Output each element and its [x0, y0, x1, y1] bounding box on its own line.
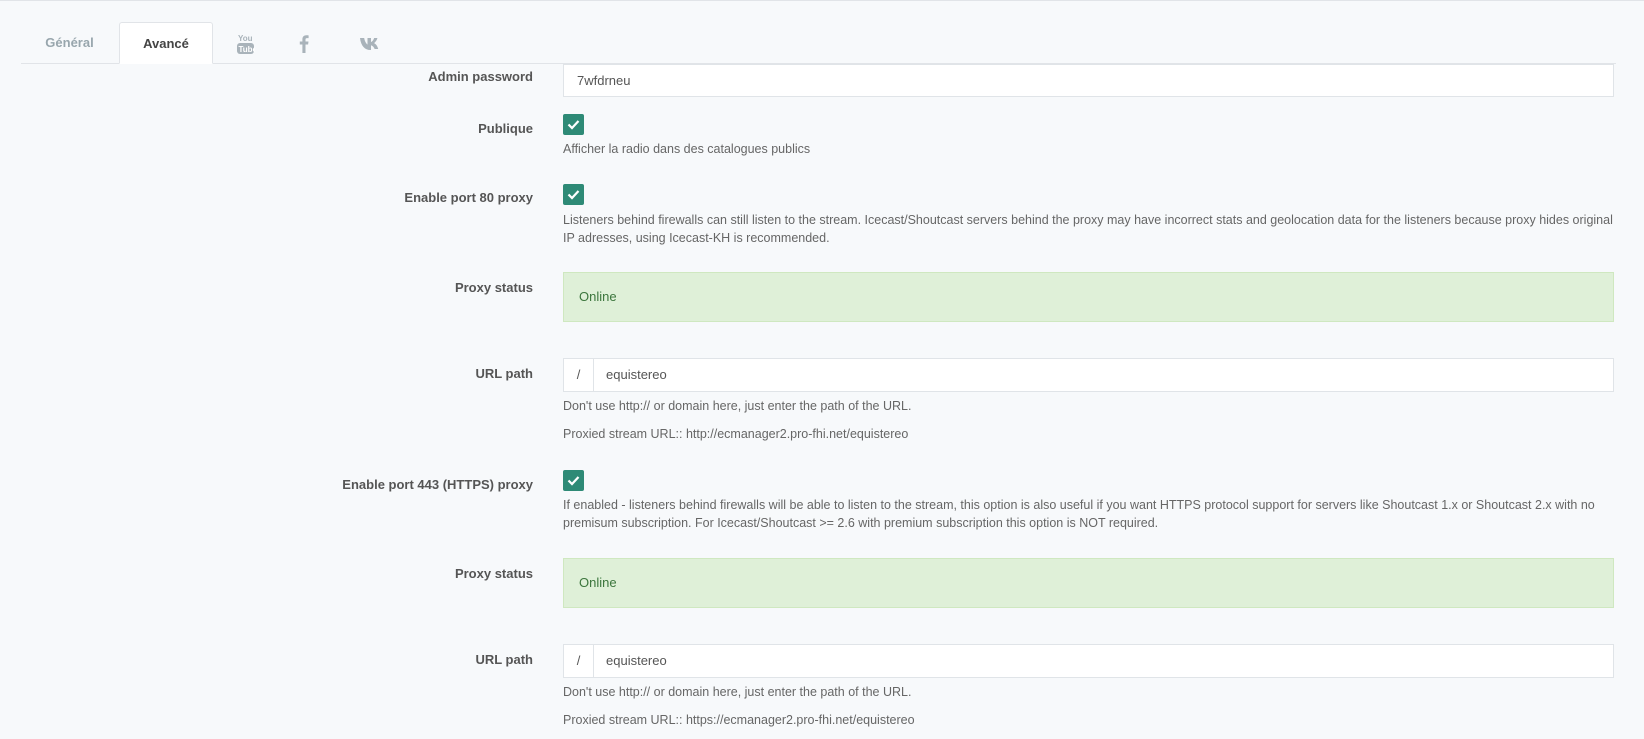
vk-icon	[359, 35, 383, 50]
publique-label: Publique	[478, 121, 533, 136]
url-prefix-addon: /	[564, 645, 594, 677]
port443-proxied-url: Proxied stream URL:: https://ecmanager2.…	[563, 713, 915, 727]
top-border	[0, 0, 1644, 3]
url-prefix-addon: /	[564, 359, 594, 391]
publique-help: Afficher la radio dans des catalogues pu…	[563, 142, 811, 156]
port80-help: Listeners behind firewalls can still lis…	[563, 213, 1613, 245]
port443-help: If enabled - listeners behind firewalls …	[563, 498, 1595, 530]
tab-vk[interactable]	[351, 22, 391, 63]
port80-checkbox[interactable]	[563, 184, 584, 205]
check-icon	[567, 120, 580, 130]
port443-proxy-status-label: Proxy status	[454, 566, 533, 581]
facebook-icon	[299, 35, 309, 54]
port80-proxied-url: Proxied stream URL:: http://ecmanager2.p…	[563, 427, 909, 441]
port443-proxy-status-alert: Online	[563, 558, 1614, 608]
port443-checkbox[interactable]	[563, 470, 584, 491]
port80-proxy-status-alert: Online	[563, 272, 1614, 322]
svg-text:Tube: Tube	[238, 45, 255, 54]
tab-youtube[interactable]: You Tube	[223, 22, 268, 63]
youtube-icon: You Tube	[236, 34, 257, 54]
port443-url-path-input-group: / equistereo	[563, 644, 1614, 678]
tab-avance[interactable]: Avancé	[119, 22, 213, 64]
port80-proxy-status-label: Proxy status	[454, 280, 533, 295]
port443-label: Enable port 443 (HTTPS) proxy	[342, 477, 533, 492]
port80-url-path-label: URL path	[475, 366, 533, 381]
tab-general[interactable]: Général	[21, 22, 118, 63]
check-icon	[567, 476, 580, 486]
publique-checkbox[interactable]	[563, 114, 584, 135]
port443-url-help: Don't use http:// or domain here, just e…	[563, 685, 912, 699]
svg-text:You: You	[238, 34, 253, 43]
port80-url-help: Don't use http:// or domain here, just e…	[563, 399, 912, 413]
admin-password-label: Admin password	[428, 69, 533, 84]
port443-url-path-input[interactable]: equistereo	[594, 645, 1613, 677]
port80-url-path-input-group: / equistereo	[563, 358, 1614, 392]
tab-bar: Général Avancé You Tube	[21, 22, 1616, 64]
tab-facebook[interactable]	[286, 22, 322, 63]
admin-password-input[interactable]: 7wfdrneu	[563, 64, 1614, 97]
port80-label: Enable port 80 proxy	[404, 190, 533, 205]
check-icon	[567, 190, 580, 200]
port443-url-path-label: URL path	[475, 652, 533, 667]
port80-url-path-input[interactable]: equistereo	[594, 359, 1613, 391]
